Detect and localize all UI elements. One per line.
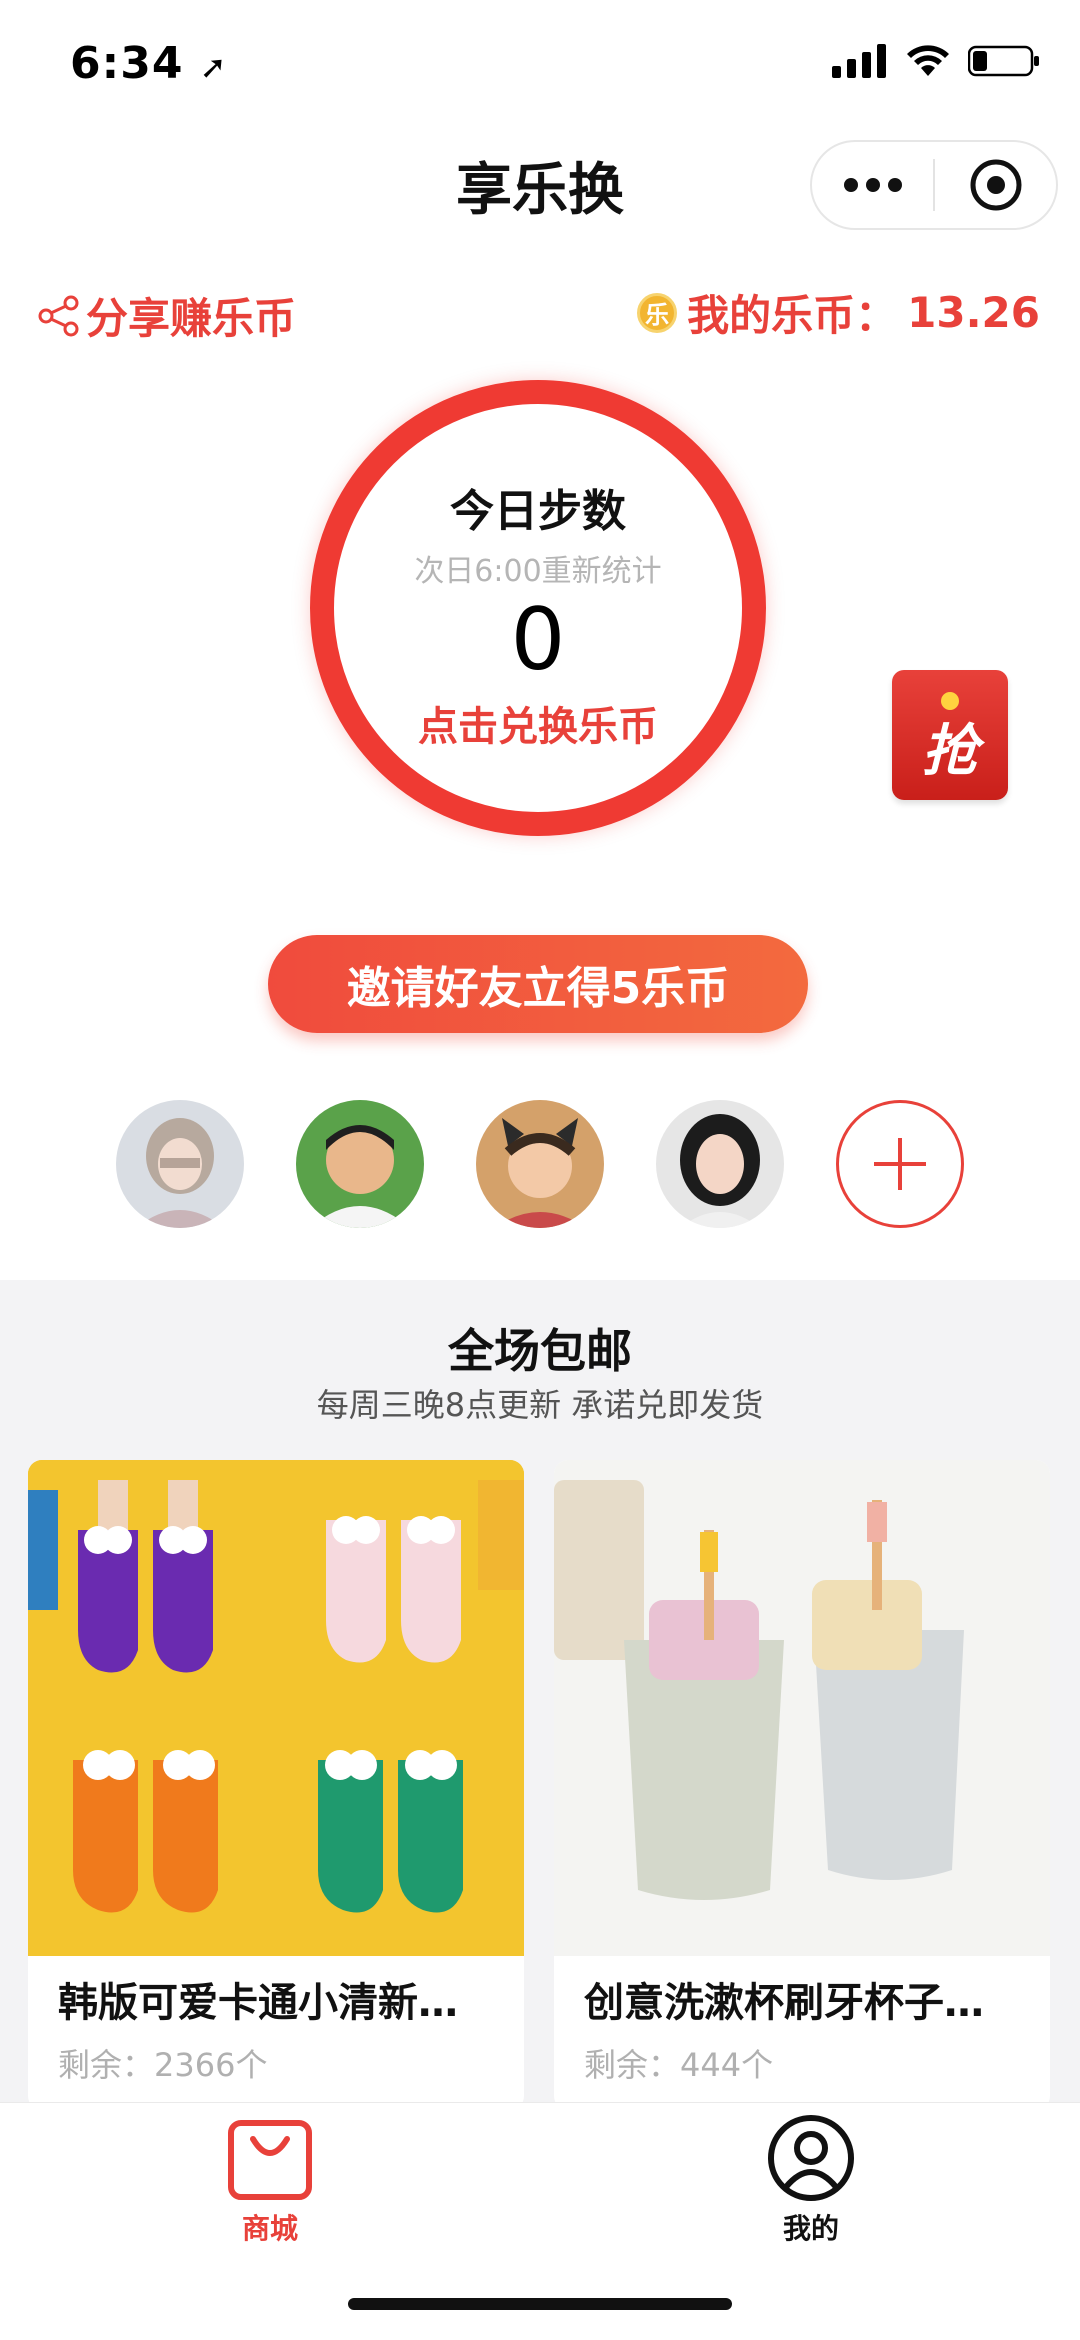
tab-mine[interactable]: 我的	[741, 2113, 881, 2247]
tab-mine-label: 我的	[782, 2212, 839, 2245]
avatar-image	[296, 1100, 424, 1228]
status-icons	[832, 44, 1040, 78]
location-arrow-icon: ➚	[199, 48, 228, 86]
socks-green	[276, 1708, 524, 1956]
plus-icon	[874, 1138, 926, 1190]
share-label: 分享赚乐币	[86, 294, 297, 343]
friend-avatar[interactable]	[296, 1100, 424, 1228]
close-mini-program-button[interactable]	[935, 142, 1056, 228]
steps-reset-note: 次日6:00重新统计	[414, 554, 662, 589]
user-icon	[768, 2115, 854, 2201]
socks-orange	[28, 1708, 276, 1956]
product-remaining: 剩余：2366个	[58, 2046, 268, 2084]
product-remaining: 剩余：444个	[584, 2046, 774, 2084]
more-dots-icon	[843, 178, 902, 192]
avatar-image	[116, 1100, 244, 1228]
grab-label: 抢	[922, 718, 978, 784]
share-earn-link[interactable]: 分享赚乐币	[38, 285, 296, 346]
battery-icon	[968, 45, 1039, 77]
home-indicator	[348, 2298, 732, 2310]
section-subtitle: 每周三晚8点更新 承诺兑即发货	[316, 1386, 764, 1424]
add-friend-button[interactable]	[836, 1100, 964, 1228]
product-card[interactable]: 创意洗漱杯刷牙杯子… 剩余：444个	[554, 1460, 1050, 2110]
product-card[interactable]: 韩版可爱卡通小清新… 剩余：2366个	[28, 1460, 524, 2110]
product-name: 韩版可爱卡通小清新…	[58, 1980, 458, 2026]
friend-avatar[interactable]	[476, 1100, 604, 1228]
invite-friends-button[interactable]: 邀请好友立得5乐币	[268, 935, 808, 1033]
coin-value: 13.26	[907, 288, 1040, 337]
signal-icon	[832, 44, 886, 78]
product-name: 创意洗漱杯刷牙杯子…	[584, 1980, 984, 2026]
grab-red-packet-button[interactable]: 抢	[892, 670, 1008, 800]
coin-dot-icon	[941, 692, 959, 710]
wifi-icon	[907, 45, 949, 76]
coin-icon: 乐	[637, 292, 678, 333]
socks-purple	[28, 1460, 276, 1708]
product-image	[554, 1460, 1050, 1956]
avatar-image	[656, 1100, 784, 1228]
product-image	[28, 1460, 524, 1956]
tab-mall[interactable]: 商城	[200, 2113, 340, 2247]
my-coins[interactable]: 乐 我的乐币： 13.26	[637, 282, 1040, 343]
tab-mall-label: 商城	[241, 2212, 298, 2245]
avatar-image	[476, 1100, 604, 1228]
coin-label: 我的乐币：	[687, 291, 898, 340]
share-icon	[38, 295, 79, 336]
friend-avatar[interactable]	[116, 1100, 244, 1228]
friend-avatar[interactable]	[656, 1100, 784, 1228]
mini-program-capsule	[810, 140, 1058, 230]
steps-title: 今日步数	[450, 486, 626, 537]
status-time: 6:34 ➚	[70, 38, 228, 89]
more-button[interactable]	[812, 142, 933, 228]
socks-pink	[276, 1460, 524, 1708]
steps-count: 0	[510, 590, 566, 690]
target-close-icon	[970, 159, 1021, 211]
exchange-coins-link[interactable]: 点击兑换乐币	[310, 694, 766, 752]
section-title: 全场包邮	[448, 1324, 632, 1378]
shopping-bag-icon	[228, 2120, 312, 2200]
